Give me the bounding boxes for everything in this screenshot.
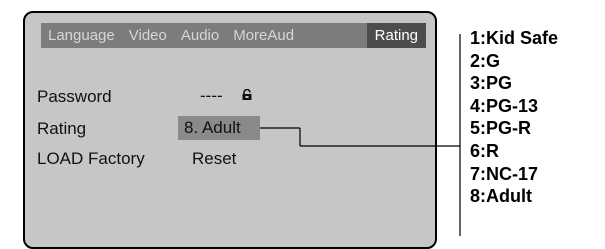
rating-option: 7:NC-17: [470, 163, 539, 184]
rating-option: 1:Kid Safe: [470, 28, 559, 48]
rating-option: 4:PG-13: [470, 95, 539, 116]
rating-options-legend: 1:Kid Safe 2:G 3:PG 4:PG-13 5:PG-R 6:R 7…: [470, 27, 558, 208]
rating-option: 5:PG-R: [470, 118, 532, 139]
rating-option: 2:G: [470, 50, 501, 71]
rating-option: 3:PG: [470, 73, 513, 94]
rating-option: 8:Adult: [470, 186, 532, 207]
rating-option: 6:R: [470, 140, 500, 161]
